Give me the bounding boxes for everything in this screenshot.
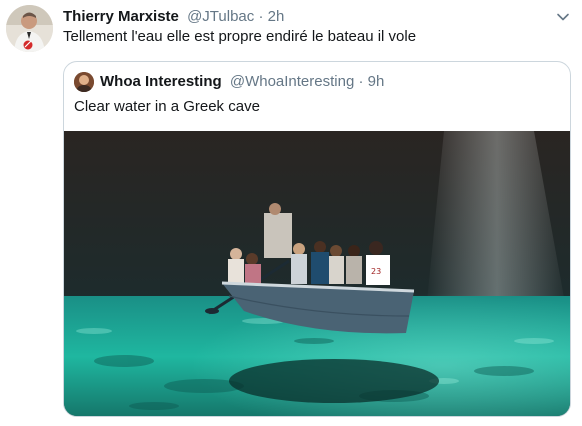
quoted-author-avatar[interactable] <box>74 72 94 92</box>
separator-dot: · <box>258 8 264 25</box>
quoted-tweet-photo[interactable]: 23 <box>64 131 570 416</box>
author-display-name[interactable]: Thierry Marxiste <box>63 8 179 25</box>
person-avatar-icon <box>74 72 94 92</box>
quoted-tweet[interactable]: Whoa Interesting @WhoaInteresting · 9h C… <box>63 61 571 417</box>
cave-boat-photo: 23 <box>64 131 570 416</box>
chevron-down-icon <box>557 13 569 21</box>
quoted-tweet-text: Clear water in a Greek cave <box>74 98 260 115</box>
tweet-menu-button[interactable] <box>554 8 572 26</box>
author-handle[interactable]: @JTulbac <box>187 8 254 25</box>
author-avatar[interactable] <box>6 5 53 52</box>
tweet-text: Tellement l'eau elle est propre endiré l… <box>63 28 417 45</box>
tweet-header: Thierry Marxiste @JTulbac · 2h <box>63 7 284 27</box>
quoted-author-display-name[interactable]: Whoa Interesting <box>100 73 222 90</box>
quoted-author-handle[interactable]: @WhoaInteresting <box>230 73 354 90</box>
tweet-timestamp[interactable]: 2h <box>268 8 285 25</box>
quoted-tweet-timestamp[interactable]: 9h <box>368 73 385 90</box>
svg-text:23: 23 <box>371 267 381 276</box>
quoted-tweet-header: Whoa Interesting @WhoaInteresting · 9h <box>100 72 384 92</box>
person-avatar-icon <box>6 5 53 52</box>
separator-dot: · <box>358 73 364 90</box>
tweet-card[interactable]: Thierry Marxiste @JTulbac · 2h Tellement… <box>0 0 582 426</box>
